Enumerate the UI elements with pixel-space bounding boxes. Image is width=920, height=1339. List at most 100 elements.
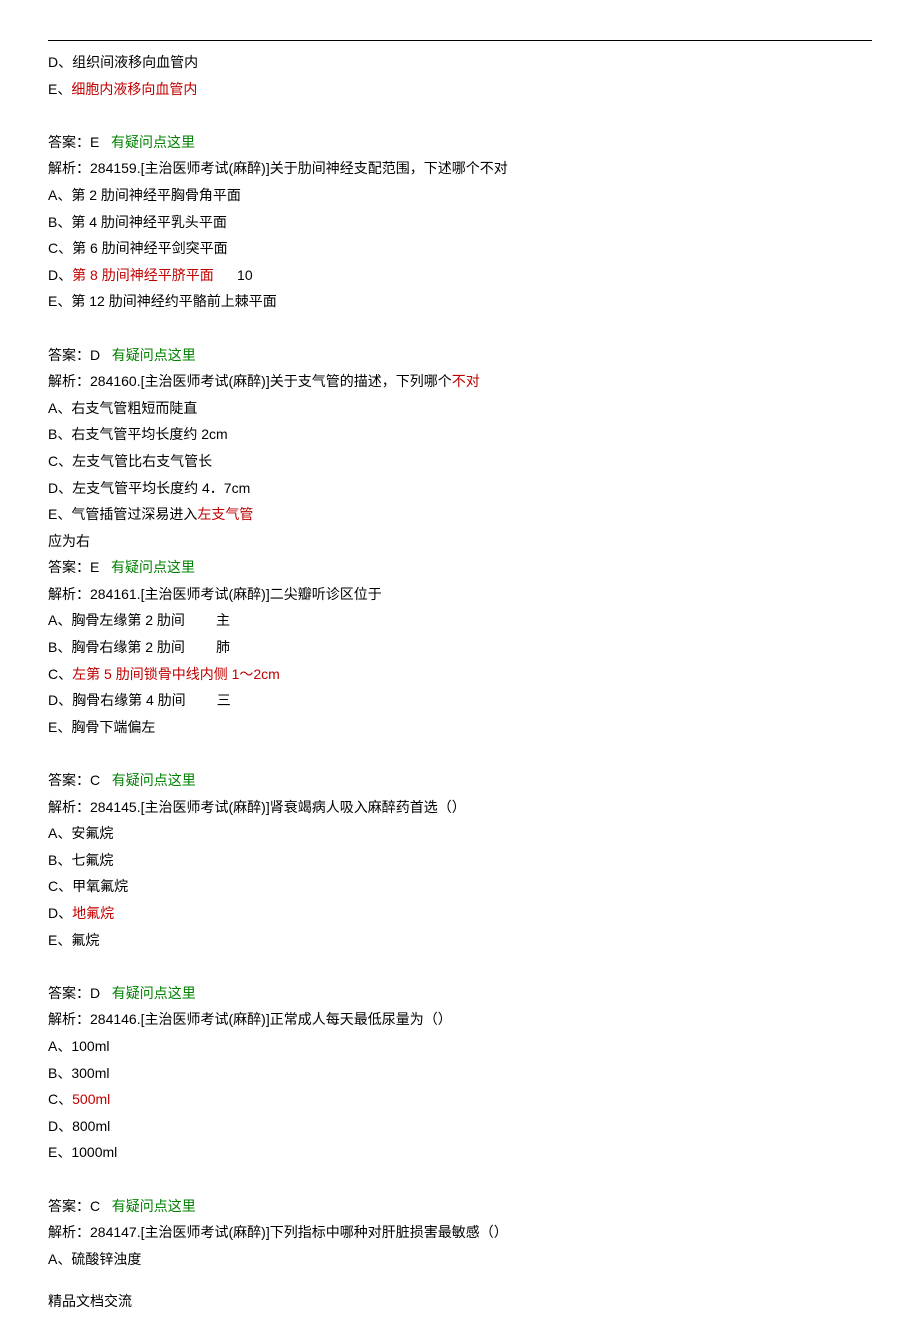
hint-link: 有疑问点这里 [112,347,196,363]
text-line: 解析：284146.[主治医师考试(麻醉)]正常成人每天最低尿量为（） [48,1006,872,1033]
highlight-text: 左支气管 [197,506,253,522]
text-line: E、氟烷 [48,927,872,954]
text-run: B、第 4 肋间神经平乳头平面 [48,214,227,230]
text-run: E、气管插管过深易进入 [48,506,197,522]
text-run: 解析：284145.[主治医师考试(麻醉)]肾衰竭病人吸入麻醉药首选（） [48,799,466,815]
text-line: 答案：E 有疑问点这里 [48,129,872,156]
text-run: 解析：284146.[主治医师考试(麻醉)]正常成人每天最低尿量为（） [48,1011,452,1027]
highlight-text: 细胞内液移向血管内 [71,81,197,97]
text-run: 解析：284160.[主治医师考试(麻醉)]关于支气管的描述，下列哪个 [48,373,452,389]
hint-link: 有疑问点这里 [112,985,196,1001]
text-run: A、右支气管粗短而陡直 [48,400,197,416]
text-line: B、300ml [48,1060,872,1087]
text-line: D、左支气管平均长度约 4．7cm [48,475,872,502]
text-run: C、 [48,1091,72,1107]
text-line: C、第 6 肋间神经平剑突平面 [48,235,872,262]
text-run: C、 [48,666,72,682]
text-line: C、500ml [48,1086,872,1113]
highlight-text: 左第 5 肋间锁骨中线内侧 1～2cm [72,666,280,682]
text-run: A、第 2 肋间神经平胸骨角平面 [48,187,241,203]
text-line: 答案：D 有疑问点这里 [48,342,872,369]
text-line: 答案：C 有疑问点这里 [48,1193,872,1220]
text-run: 答案：C [48,1198,112,1214]
text-line: B、七氟烷 [48,847,872,874]
text-line: 解析：284159.[主治医师考试(麻醉)]关于肋间神经支配范围，下述哪个不对 [48,155,872,182]
highlight-text: 地氟烷 [72,905,114,921]
text-run: 答案：D [48,985,112,1001]
text-line: B、胸骨右缘第 2 肋间 肺 [48,634,872,661]
text-line: 解析：284161.[主治医师考试(麻醉)]二尖瓣听诊区位于 [48,581,872,608]
text-run: 答案：E [48,134,111,150]
text-line: A、第 2 肋间神经平胸骨角平面 [48,182,872,209]
text-line: 解析：284147.[主治医师考试(麻醉)]下列指标中哪种对肝脏损害最敏感（） [48,1219,872,1246]
text-run: D、组织间液移向血管内 [48,54,198,70]
text-run: A、胸骨左缘第 2 肋间 主 [48,612,230,628]
text-line: C、左第 5 肋间锁骨中线内侧 1～2cm [48,661,872,688]
text-run: C、第 6 肋间神经平剑突平面 [48,240,228,256]
text-run: D、胸骨右缘第 4 肋间 三 [48,692,231,708]
text-run: C、左支气管比右支气管长 [48,453,212,469]
text-line: D、胸骨右缘第 4 肋间 三 [48,687,872,714]
text-run: 解析：284147.[主治医师考试(麻醉)]下列指标中哪种对肝脏损害最敏感（） [48,1224,508,1240]
blank-line [48,102,872,129]
text-run: 应为右 [48,533,90,549]
text-line: D、第 8 肋间神经平脐平面 10 [48,262,872,289]
text-line: 答案：C 有疑问点这里 [48,767,872,794]
text-run: C、甲氧氟烷 [48,878,128,894]
hint-link: 有疑问点这里 [111,559,195,575]
hint-link: 有疑问点这里 [112,1198,196,1214]
text-line: A、胸骨左缘第 2 肋间 主 [48,607,872,634]
hint-link: 有疑问点这里 [111,134,195,150]
text-line: C、甲氧氟烷 [48,873,872,900]
text-run: A、100ml [48,1038,109,1054]
text-line: D、组织间液移向血管内 [48,49,872,76]
highlight-text: 不对 [452,373,480,389]
text-run: D、左支气管平均长度约 4．7cm [48,480,250,496]
text-run: E、1000ml [48,1144,117,1160]
text-line: A、100ml [48,1033,872,1060]
text-line: E、细胞内液移向血管内 [48,76,872,103]
text-line: A、右支气管粗短而陡直 [48,395,872,422]
text-line: B、第 4 肋间神经平乳头平面 [48,209,872,236]
text-run: B、胸骨右缘第 2 肋间 肺 [48,639,230,655]
text-line: 解析：284145.[主治医师考试(麻醉)]肾衰竭病人吸入麻醉药首选（） [48,794,872,821]
text-run: 解析：284161.[主治医师考试(麻醉)]二尖瓣听诊区位于 [48,586,382,602]
text-run: E、胸骨下端偏左 [48,719,155,735]
hint-link: 有疑问点这里 [112,772,196,788]
text-line: A、硫酸锌浊度 [48,1246,872,1273]
text-run: E、 [48,81,71,97]
document-body: D、组织间液移向血管内E、细胞内液移向血管内答案：E 有疑问点这里解析：2841… [48,49,872,1272]
text-run: 10 [214,267,253,283]
text-run: D、 [48,267,72,283]
text-run: D、800ml [48,1118,110,1134]
text-line: D、800ml [48,1113,872,1140]
text-run: 答案：E [48,559,111,575]
text-line: E、第 12 肋间神经约平骼前上棘平面 [48,288,872,315]
blank-line [48,315,872,342]
highlight-text: 第 8 肋间神经平脐平面 [72,267,214,283]
text-line: 答案：D 有疑问点这里 [48,980,872,1007]
text-run: B、七氟烷 [48,852,113,868]
text-run: 解析：284159.[主治医师考试(麻醉)]关于肋间神经支配范围，下述哪个不对 [48,160,508,176]
text-run: 答案：C [48,772,112,788]
text-line: D、地氟烷 [48,900,872,927]
text-run: 答案：D [48,347,112,363]
text-line: E、气管插管过深易进入左支气管 [48,501,872,528]
text-run: A、安氟烷 [48,825,113,841]
text-run: A、硫酸锌浊度 [48,1251,141,1267]
blank-line [48,740,872,767]
text-run: B、300ml [48,1065,109,1081]
text-line: 答案：E 有疑问点这里 [48,554,872,581]
text-line: E、胸骨下端偏左 [48,714,872,741]
text-line: 应为右 [48,528,872,555]
highlight-text: 500ml [72,1091,110,1107]
top-rule [48,40,872,41]
text-line: E、1000ml [48,1139,872,1166]
text-line: A、安氟烷 [48,820,872,847]
text-line: 解析：284160.[主治医师考试(麻醉)]关于支气管的描述，下列哪个不对 [48,368,872,395]
text-line: C、左支气管比右支气管长 [48,448,872,475]
text-run: E、氟烷 [48,932,99,948]
text-line: B、右支气管平均长度约 2cm [48,421,872,448]
text-run: D、 [48,905,72,921]
blank-line [48,953,872,980]
